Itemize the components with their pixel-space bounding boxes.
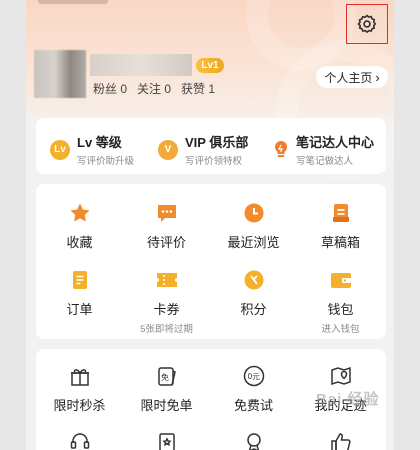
vip-icon: V [158,139,178,160]
settings-button[interactable] [346,4,388,44]
grid-item-free-trial[interactable]: 0元 免费试 [210,363,297,414]
grid-item-label: 免费试 [233,398,273,413]
coupon-icon [156,273,177,287]
grid-item-label: 待评价 [146,235,186,250]
medal-icon [246,433,261,450]
points-icon [244,270,263,290]
level-badge: Lv1 [196,58,224,73]
feature-notes-expert[interactable]: 笔记达人中心 写笔记做达人 [272,132,374,167]
headset-icon [70,433,89,449]
comment-icon [157,205,176,222]
grid-item-medal[interactable] [210,429,297,450]
gear-icon [357,14,377,34]
grid-item-label: 卡券 [153,302,180,317]
feature-card: Lv Lv 等级 写评价助升级 V VIP 俱乐部 写评价领特权 笔记达人中心 … [36,118,386,174]
feature-title: VIP 俱乐部 [185,135,249,150]
grid-item-label: 积分 [240,302,267,317]
grid-item-label: 限时免单 [140,398,193,413]
order-icon [72,271,87,289]
grid-item-favorites[interactable]: 收藏 [36,200,123,251]
profile-stats: 粉丝 0 关注 0 获赞 1 [93,80,215,97]
likes-count[interactable]: 获赞 1 [181,80,215,97]
grid-item-label: 最近浏览 [227,235,280,250]
svg-text:0元: 0元 [247,372,260,381]
feature-subtitle: 写评价领特权 [185,156,243,167]
feature-title: Lv 等级 [77,135,122,150]
following-count[interactable]: 关注 0 [137,80,171,97]
thumbs-up-icon [330,433,351,450]
grid-item-recent[interactable]: 最近浏览 [210,200,297,251]
grid-item-sub: 进入钱包 [321,324,360,335]
grid-item-label: 订单 [66,302,93,317]
grid-item-label: 限时秒杀 [53,398,106,413]
bulb-icon [274,140,288,157]
grid-item-free-order[interactable]: 免 限时免单 [123,363,210,414]
fans-count[interactable]: 粉丝 0 [93,80,127,97]
grid-item-customer-service[interactable] [36,429,123,450]
map-pin-icon [330,366,351,386]
feature-vip[interactable]: V VIP 俱乐部 写评价领特权 [158,132,248,167]
app-screen: Lv1 粉丝 0 关注 0 获赞 1 个人主页 › Lv Lv 等级 写评价助升… [26,0,394,450]
grid-item-certificate[interactable] [123,429,210,450]
grid-item-pending-review[interactable]: 待评价 [123,200,210,251]
personal-home-label: 个人主页 [324,70,373,85]
grid-item-points[interactable]: 积分 [210,267,297,318]
grid-item-sub: 5张即将过期 [140,324,193,335]
feature-title: 笔记达人中心 [296,135,375,150]
grid-item-wallet[interactable]: 钱包 进入钱包 [297,267,384,335]
profile-header: Lv1 粉丝 0 关注 0 获赞 1 个人主页 › [26,0,394,180]
feature-level[interactable]: Lv Lv 等级 写评价助升级 [50,132,134,167]
watermark: Bai 经验 [316,391,380,408]
grid-item-thumbs-up[interactable] [297,429,384,450]
grid-item-orders[interactable]: 订单 [36,267,123,318]
grid-item-label: 草稿箱 [320,235,360,250]
feature-subtitle: 写评价助升级 [77,156,135,167]
star-icon [70,203,89,222]
personal-home-button[interactable]: 个人主页 › [316,66,388,88]
gift-icon [70,369,89,386]
draft-icon [332,204,349,222]
user-name-blurred [90,54,192,76]
lv-icon: Lv [50,139,70,160]
status-bar [38,0,108,4]
grid-item-label: 钱包 [327,302,354,317]
certificate-icon [158,433,175,450]
grid-item-label: 收藏 [66,235,93,250]
feature-subtitle: 写笔记做达人 [296,156,354,167]
free-trial-icon: 0元 [243,365,264,387]
grid-item-coupons[interactable]: 卡券 5张即将过期 [123,267,210,335]
grid-item-drafts[interactable]: 草稿箱 [297,200,384,251]
wallet-icon [330,273,351,288]
clock-icon [244,203,263,223]
avatar[interactable] [34,50,86,98]
free-ticket-icon: 免 [157,367,176,386]
chevron-right-icon: › [375,69,380,85]
main-grid-card: 收藏 待评价 最近浏览 草稿箱 订单 卡券 5张即将过期 积分 钱包 进入钱包 [36,184,386,339]
grid-item-flash-sale[interactable]: 限时秒杀 [36,363,123,414]
svg-text:免: 免 [161,372,169,382]
